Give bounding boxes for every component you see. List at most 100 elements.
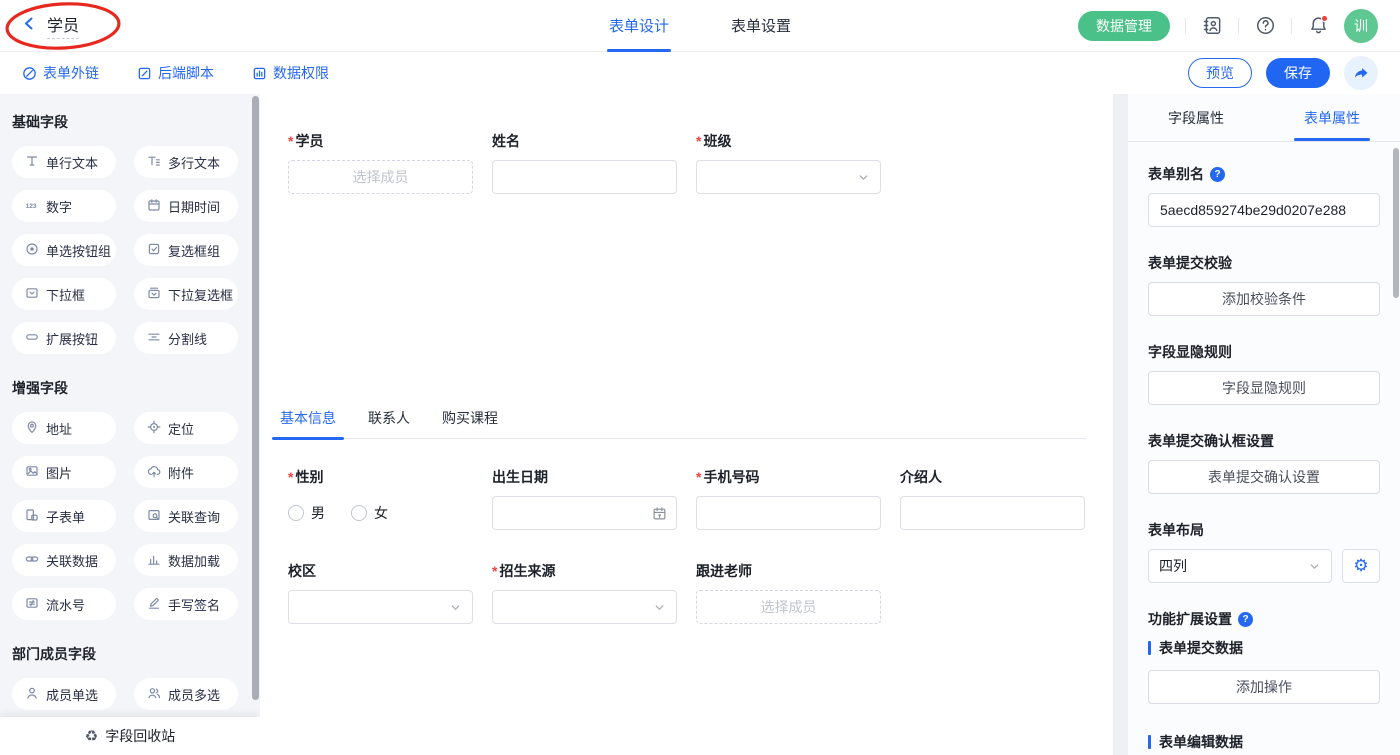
help-icon[interactable] (1254, 15, 1276, 37)
toolbar-right: 预览 保存 (1188, 56, 1378, 90)
main-field-row: *学员 选择成员 姓名 *班级 (288, 131, 1113, 194)
tab-contacts[interactable]: 联系人 (364, 408, 414, 438)
radio-icon[interactable] (288, 505, 304, 521)
pill-locate[interactable]: 定位 (134, 412, 238, 444)
pill-multi-select[interactable]: 下拉复选框 (134, 278, 238, 310)
data-manage-button[interactable]: 数据管理 (1078, 11, 1170, 41)
panel-scrollbar[interactable] (1393, 148, 1399, 298)
related-data-icon (25, 552, 39, 569)
member-picker[interactable]: 选择成员 (696, 590, 881, 624)
radio-female[interactable]: 女 (351, 503, 388, 523)
sidebar-scrollbar[interactable] (252, 96, 259, 700)
divider-icon (147, 330, 161, 347)
pill-subform[interactable]: 子表单 (12, 500, 116, 532)
properties-panel: 字段属性 表单属性 表单别名 ? 表单提交校验 添加校验条件 字段显隐规则 字段… (1128, 94, 1400, 755)
field-palette-sidebar: 基础字段单行文本多行文本123数字日期时间单选按钮组复选框组下拉框下拉复选框扩展… (0, 94, 260, 755)
pill-divider[interactable]: 分割线 (134, 322, 238, 354)
campus-select[interactable] (288, 590, 473, 624)
name-input[interactable] (493, 161, 676, 193)
field-name[interactable]: 姓名 (492, 131, 677, 194)
chevron-down-icon (653, 601, 666, 614)
backend-script-link[interactable]: 后端脚本 (137, 63, 214, 83)
pill-serial-number[interactable]: 流水号 (12, 588, 116, 620)
submit-confirm-button[interactable]: 表单提交确认设置 (1148, 460, 1380, 494)
pill-text-single[interactable]: 单行文本 (12, 146, 116, 178)
data-permission-link[interactable]: 数据权限 (252, 63, 329, 83)
chevron-down-icon (449, 601, 462, 614)
referrer-input[interactable] (901, 497, 1084, 529)
panel-gap (1113, 94, 1128, 755)
pill-extend-button[interactable]: 扩展按钮 (12, 322, 116, 354)
address-pin-icon (25, 420, 39, 437)
required-asterisk: * (288, 133, 293, 149)
required-asterisk: * (696, 133, 701, 149)
field-gender[interactable]: *性别 男 女 (288, 467, 473, 530)
submit-data-add-action-button[interactable]: 添加操作 (1148, 670, 1380, 704)
recycle-icon: ♻ (85, 727, 98, 745)
pill-select[interactable]: 下拉框 (12, 278, 116, 310)
chevron-down-icon (857, 171, 870, 184)
pill-related-data[interactable]: 关联数据 (12, 544, 116, 576)
pill-datetime[interactable]: 日期时间 (134, 190, 238, 222)
contacts-icon[interactable] (1201, 15, 1223, 37)
pill-attachment[interactable]: 附件 (134, 456, 238, 488)
pill-address-pin[interactable]: 地址 (12, 412, 116, 444)
form-designer-app: 学员 表单设计 表单设置 数据管理 训 (0, 0, 1400, 755)
back-nav[interactable]: 学员 (0, 0, 79, 51)
layout-settings-button[interactable]: ⚙ (1342, 549, 1380, 583)
field-phone[interactable]: *手机号码 (696, 467, 881, 530)
pill-image[interactable]: 图片 (12, 456, 116, 488)
pill-data-load[interactable]: 数据加载 (134, 544, 238, 576)
gear-icon: ⚙ (1353, 556, 1368, 576)
form-alias-input[interactable] (1148, 193, 1380, 227)
tab-form-properties[interactable]: 表单属性 (1264, 94, 1400, 141)
notification-bell-icon[interactable] (1307, 15, 1329, 37)
date-input[interactable] (492, 496, 677, 530)
pill-signature[interactable]: 手写签名 (134, 588, 238, 620)
pill-member-single[interactable]: 成员单选 (12, 678, 116, 710)
pill-text-multi[interactable]: 多行文本 (134, 146, 238, 178)
radio-icon[interactable] (351, 505, 367, 521)
tab-form-settings[interactable]: 表单设置 (731, 0, 791, 52)
save-button[interactable]: 保存 (1266, 58, 1330, 88)
preview-button[interactable]: 预览 (1188, 58, 1252, 88)
pill-related-query[interactable]: 关联查询 (134, 500, 238, 532)
field-class[interactable]: *班级 (696, 131, 881, 194)
tab-basic-info[interactable]: 基本信息 (276, 408, 340, 438)
help-icon[interactable]: ? (1210, 167, 1225, 182)
user-avatar[interactable]: 训 (1344, 9, 1378, 43)
pill-radio-group[interactable]: 单选按钮组 (12, 234, 116, 266)
phone-input[interactable] (697, 497, 880, 529)
help-icon[interactable]: ? (1238, 612, 1253, 627)
form-layout-select[interactable]: 四列 (1148, 549, 1332, 583)
form-external-link[interactable]: 表单外链 (22, 63, 99, 83)
field-enrollment-source[interactable]: *招生来源 (492, 561, 677, 624)
tab-field-properties[interactable]: 字段属性 (1128, 94, 1264, 141)
tab-purchased-courses[interactable]: 购买课程 (438, 408, 502, 438)
pill-number[interactable]: 123数字 (12, 190, 116, 222)
field-student[interactable]: *学员 选择成员 (288, 131, 473, 194)
toolbar: 表单外链 后端脚本 数据权限 预览 保存 (0, 52, 1400, 94)
submit-data-label: 表单提交数据 (1159, 638, 1243, 658)
radio-male[interactable]: 男 (288, 503, 325, 523)
toolbar-links: 表单外链 后端脚本 数据权限 (22, 63, 329, 83)
field-follow-up-teacher[interactable]: 跟进老师 选择成员 (696, 561, 881, 624)
related-query-icon (147, 508, 161, 525)
add-check-condition-button[interactable]: 添加校验条件 (1148, 282, 1380, 316)
pill-member-multi[interactable]: 成员多选 (134, 678, 238, 710)
member-multi-icon (147, 686, 161, 703)
pill-checkbox-group[interactable]: 复选框组 (134, 234, 238, 266)
tab-form-design[interactable]: 表单设计 (609, 0, 669, 52)
serial-number-icon (25, 596, 39, 613)
field-referrer[interactable]: 介绍人 (900, 467, 1085, 530)
visibility-rules-button[interactable]: 字段显隐规则 (1148, 371, 1380, 405)
member-picker[interactable]: 选择成员 (288, 160, 473, 194)
enrollment-source-select[interactable] (492, 590, 677, 624)
header: 学员 表单设计 表单设置 数据管理 训 (0, 0, 1400, 52)
share-button[interactable] (1344, 56, 1378, 90)
field-birthdate[interactable]: 出生日期 (492, 467, 677, 530)
field-campus[interactable]: 校区 (288, 561, 473, 624)
back-chevron-icon[interactable] (22, 16, 37, 36)
field-recycle-bin[interactable]: ♻ 字段回收站 (0, 717, 260, 755)
class-select[interactable] (696, 160, 881, 194)
